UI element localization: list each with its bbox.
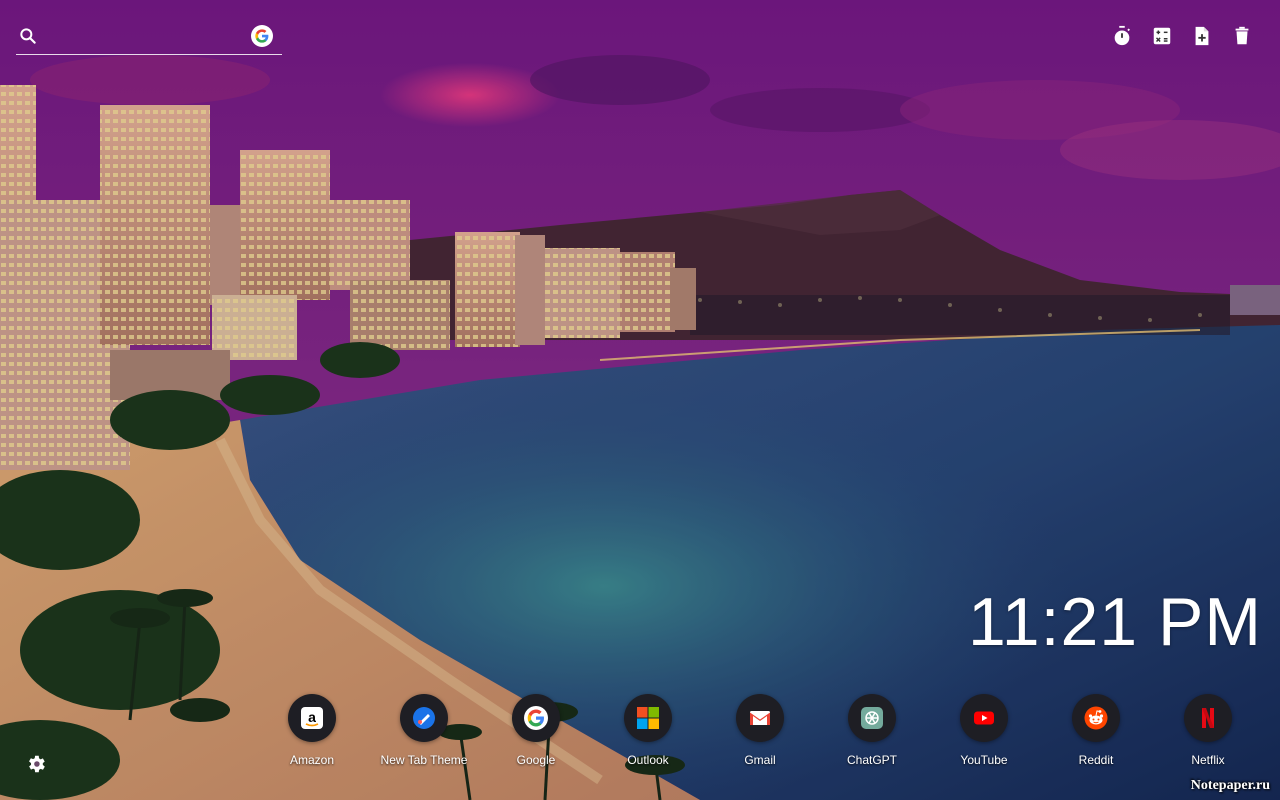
toolbar bbox=[1110, 24, 1254, 48]
shortcut-label: Outlook bbox=[627, 753, 669, 767]
shortcut-label: Reddit bbox=[1078, 753, 1114, 767]
chatgpt-icon[interactable] bbox=[848, 694, 896, 742]
shortcut-chatgpt[interactable]: ChatGPT bbox=[816, 694, 928, 774]
shortcut-gmail[interactable]: Gmail bbox=[704, 694, 816, 774]
shortcut-new-tab-theme[interactable]: New Tab Theme bbox=[368, 694, 480, 774]
netflix-icon[interactable] bbox=[1184, 694, 1232, 742]
gear-icon[interactable] bbox=[25, 753, 47, 775]
reddit-icon[interactable] bbox=[1072, 694, 1120, 742]
svg-text:a: a bbox=[308, 709, 316, 725]
shortcut-label: Google bbox=[516, 753, 556, 767]
shortcut-netflix[interactable]: Netflix bbox=[1152, 694, 1264, 774]
timer-icon[interactable] bbox=[1110, 24, 1134, 48]
shortcut-reddit[interactable]: Reddit bbox=[1040, 694, 1152, 774]
search-bar[interactable] bbox=[16, 18, 282, 55]
shortcut-label: Netflix bbox=[1191, 753, 1225, 767]
new-tab-page: 11:21 PM a Amazon New Tab Theme Google O… bbox=[0, 0, 1280, 800]
shortcut-youtube[interactable]: YouTube bbox=[928, 694, 1040, 774]
google-icon[interactable] bbox=[512, 694, 560, 742]
wallpaper-image bbox=[0, 0, 1280, 800]
google-g-icon[interactable] bbox=[251, 25, 273, 47]
gmail-icon[interactable] bbox=[736, 694, 784, 742]
amazon-icon[interactable]: a bbox=[288, 694, 336, 742]
add-note-icon[interactable] bbox=[1190, 24, 1214, 48]
shortcut-label: Amazon bbox=[289, 753, 335, 767]
shortcut-label: YouTube bbox=[960, 753, 1008, 767]
calculator-icon[interactable] bbox=[1150, 24, 1174, 48]
shortcut-label: ChatGPT bbox=[846, 753, 897, 767]
new-tab-theme-icon[interactable] bbox=[400, 694, 448, 742]
shortcut-outlook[interactable]: Outlook bbox=[592, 694, 704, 774]
clock-time: 11:21 PM bbox=[967, 584, 1262, 660]
search-icon[interactable] bbox=[18, 26, 38, 46]
shortcut-label: Gmail bbox=[744, 753, 776, 767]
watermark: Notepaper.ru bbox=[1190, 778, 1270, 793]
shortcut-bar: a Amazon New Tab Theme Google Outlook Gm… bbox=[256, 694, 1264, 774]
shortcut-label: New Tab Theme bbox=[380, 753, 468, 767]
outlook-icon[interactable] bbox=[624, 694, 672, 742]
youtube-icon[interactable] bbox=[960, 694, 1008, 742]
shortcut-amazon[interactable]: a Amazon bbox=[256, 694, 368, 774]
shortcut-google[interactable]: Google bbox=[480, 694, 592, 774]
search-input[interactable] bbox=[46, 24, 250, 50]
trash-icon[interactable] bbox=[1230, 24, 1254, 48]
